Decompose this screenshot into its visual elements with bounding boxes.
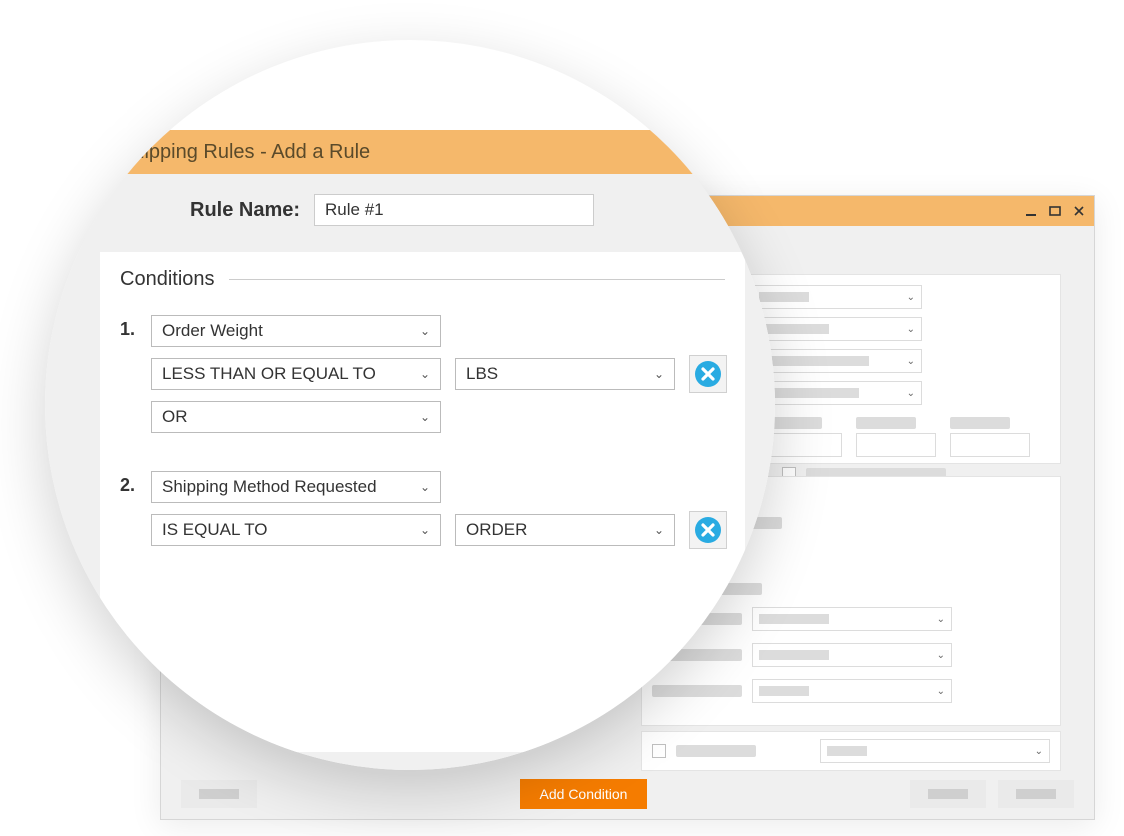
bg-select[interactable]: ⌄ <box>752 349 922 373</box>
bg-select[interactable]: ⌄ <box>752 285 922 309</box>
bottom-bar: Add Condition <box>181 779 1074 809</box>
dialog-title: Shipping Rules - Add a Rule <box>45 130 775 174</box>
chevron-down-icon: ⌄ <box>420 523 430 537</box>
condition-2-field-value: Shipping Method Requested <box>162 477 377 497</box>
bg-input[interactable] <box>856 433 936 457</box>
condition-block-2: 2. Shipping Method Requested ⌄ IS EQUAL … <box>120 471 725 549</box>
condition-1-unit-value: LBS <box>466 364 498 384</box>
rule-name-input[interactable] <box>314 194 594 226</box>
rule-name-label: Rule Name: <box>190 199 300 222</box>
bg-button-left[interactable] <box>181 780 257 808</box>
chevron-down-icon: ⌄ <box>654 523 664 537</box>
condition-2-field-select[interactable]: Shipping Method Requested ⌄ <box>151 471 441 503</box>
chevron-down-icon: ⌄ <box>420 324 430 338</box>
bg-select[interactable]: ⌄ <box>752 607 952 631</box>
condition-1-join-select[interactable]: OR ⌄ <box>151 401 441 433</box>
maximize-button[interactable] <box>1048 204 1062 218</box>
bg-select[interactable]: ⌄ <box>752 317 922 341</box>
fieldset-legend: Conditions <box>120 268 725 291</box>
minimize-button[interactable] <box>1024 204 1038 218</box>
condition-1-join-value: OR <box>162 407 188 427</box>
bg-input[interactable] <box>950 433 1030 457</box>
dialog-body: Rule Name: Conditions 1. Order Weight ⌄ <box>45 174 775 770</box>
conditions-panel: Conditions 1. Order Weight ⌄ <box>100 252 745 752</box>
close-circle-icon <box>694 516 722 544</box>
chevron-down-icon: ⌄ <box>420 367 430 381</box>
condition-1-field-select[interactable]: Order Weight ⌄ <box>151 315 441 347</box>
close-button[interactable] <box>1072 204 1086 218</box>
bg-select[interactable]: ⌄ <box>752 679 952 703</box>
delete-condition-2-button[interactable] <box>689 511 727 549</box>
bg-select[interactable]: ⌄ <box>752 381 922 405</box>
condition-block-1: 1. Order Weight ⌄ LESS THAN OR EQUAL TO … <box>120 315 725 433</box>
bg-button-right-1[interactable] <box>910 780 986 808</box>
close-circle-icon <box>694 360 722 388</box>
bg-select[interactable]: ⌄ <box>752 643 952 667</box>
condition-2-unit-select[interactable]: ORDER ⌄ <box>455 514 675 546</box>
bg-button-right-2[interactable] <box>998 780 1074 808</box>
bg-select[interactable]: ⌄ <box>820 739 1050 763</box>
condition-1-operator-value: LESS THAN OR EQUAL TO <box>162 364 376 384</box>
chevron-down-icon: ⌄ <box>654 367 664 381</box>
condition-1-unit-select[interactable]: LBS ⌄ <box>455 358 675 390</box>
condition-2-unit-value: ORDER <box>466 520 527 540</box>
condition-1-operator-select[interactable]: LESS THAN OR EQUAL TO ⌄ <box>151 358 441 390</box>
delete-condition-1-button[interactable] <box>689 355 727 393</box>
conditions-legend-text: Conditions <box>120 268 215 291</box>
condition-1-index: 1. <box>120 315 135 340</box>
condition-1-field-value: Order Weight <box>162 321 263 341</box>
chevron-down-icon: ⌄ <box>420 480 430 494</box>
rule-name-row: Rule Name: <box>45 174 775 246</box>
chevron-down-icon: ⌄ <box>420 410 430 424</box>
condition-2-operator-select[interactable]: IS EQUAL TO ⌄ <box>151 514 441 546</box>
condition-2-operator-value: IS EQUAL TO <box>162 520 268 540</box>
add-condition-button[interactable]: Add Condition <box>520 779 648 809</box>
magnifier-circle: Shipping Rules - Add a Rule Rule Name: C… <box>45 40 775 770</box>
condition-2-index: 2. <box>120 471 135 496</box>
